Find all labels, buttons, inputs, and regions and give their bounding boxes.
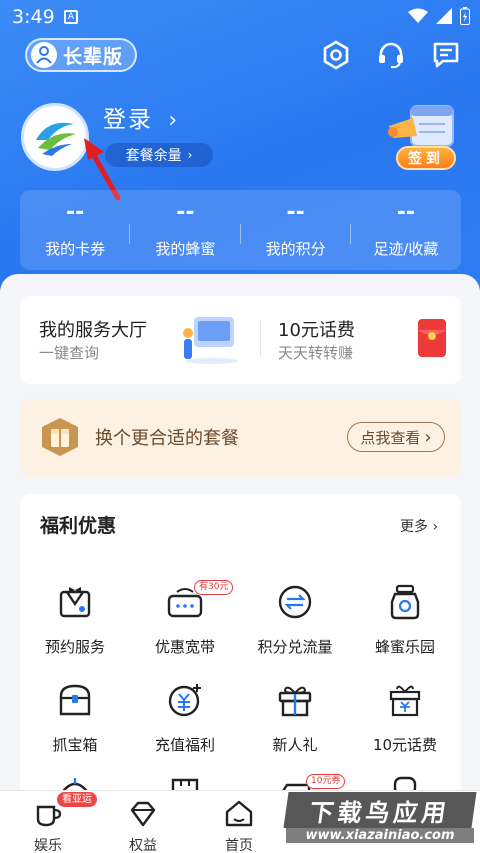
stat-value: -- <box>286 200 305 225</box>
plan-balance-label: 套餐余量 <box>125 148 182 164</box>
benefit-10-yuan-credit[interactable]: 10元话费 <box>350 680 460 755</box>
more-label: 更多 <box>400 519 428 535</box>
chevron-right-icon: › <box>168 108 180 133</box>
benefit-appointment[interactable]: 预约服务 <box>20 582 130 657</box>
service-hall-title: 我的服务大厅 <box>39 320 147 341</box>
plan-balance-button[interactable]: 套餐余量 › <box>105 143 213 167</box>
watermark-title: 下载鸟应用 <box>283 792 477 828</box>
tab-entertainment[interactable]: 看亚运 娱乐 <box>3 791 97 853</box>
benefits-more-link[interactable]: 更多 › <box>400 516 438 536</box>
red-envelope-icon <box>418 319 446 357</box>
benefit-label: 积分兑流量 <box>257 638 333 656</box>
checkin-button[interactable]: 签到 <box>396 146 456 170</box>
waiter-bowtie-icon <box>59 587 91 618</box>
benefit-label: 充值福利 <box>154 736 215 754</box>
honey-jar-icon <box>390 584 420 620</box>
benefit-label: 优惠宽带 <box>154 638 215 656</box>
benefit-honey-park[interactable]: 蜂蜜乐园 <box>350 582 460 657</box>
login-link[interactable]: 登录 › <box>103 100 179 134</box>
customer-service-icon[interactable] <box>376 40 406 70</box>
plan-promo-banner[interactable]: 换个更合适的套餐 点我查看 › <box>20 399 461 477</box>
stat-label: 我的卡券 <box>45 240 106 258</box>
gift-box-icon <box>42 418 78 456</box>
elder-mode-button[interactable]: 长辈版 <box>25 38 137 72</box>
benefit-label: 抓宝箱 <box>52 736 98 754</box>
stat-label: 我的蜂蜜 <box>155 240 216 258</box>
benefit-newcomer-gift[interactable]: 新人礼 <box>240 680 350 755</box>
watermark: 下载鸟应用 www.xiazainiao.com <box>283 792 477 848</box>
tab-badge: 看亚运 <box>57 792 97 807</box>
gift-icon <box>278 686 312 717</box>
tab-label: 权益 <box>129 838 157 853</box>
treasure-chest-icon <box>59 684 91 716</box>
stat-points[interactable]: -- 我的积分 <box>241 190 351 270</box>
benefit-points-to-data[interactable]: 积分兑流量 <box>240 582 350 657</box>
service-hall-entry[interactable]: 我的服务大厅 一键查询 <box>20 296 240 384</box>
services-card: 我的服务大厅 一键查询 10元话费 天天转转赚 <box>20 296 461 384</box>
stat-value: -- <box>176 200 195 225</box>
chevron-right-icon: › <box>187 148 193 162</box>
benefit-label: 预约服务 <box>44 638 105 656</box>
stat-honey[interactable]: -- 我的蜂蜜 <box>130 190 241 270</box>
yuan-coin-plus-icon <box>168 684 201 717</box>
benefits-section: 福利优惠 更多 › 预约服务 有30元 优惠宽带 积分兑流量 蜂蜜乐园 抓宝箱 … <box>20 494 461 804</box>
service-hall-illustration-icon <box>183 317 238 364</box>
stat-footprint[interactable]: -- 足迹/收藏 <box>351 190 461 270</box>
status-icons <box>408 7 470 25</box>
service-hall-subtitle: 一键查询 <box>39 344 100 362</box>
wifi-icon <box>408 8 428 23</box>
tab-home[interactable]: 首页 <box>194 791 284 853</box>
chevron-right-icon: › <box>428 519 439 535</box>
benefit-broadband[interactable]: 有30元 优惠宽带 <box>130 580 240 657</box>
benefit-treasure-box[interactable]: 抓宝箱 <box>20 680 130 755</box>
signal-icon <box>436 8 452 24</box>
watermark-url: www.xiazainiao.com <box>286 828 474 843</box>
benefit-recharge[interactable]: 充值福利 <box>130 680 240 755</box>
stat-label: 我的积分 <box>265 240 326 258</box>
login-label: 登录 <box>103 107 153 133</box>
settings-hexagon-icon[interactable] <box>321 40 351 70</box>
stat-value: -- <box>396 200 415 225</box>
benefit-label: 新人礼 <box>272 736 318 754</box>
tab-label: 首页 <box>225 838 253 853</box>
elder-person-icon <box>31 42 57 68</box>
phone-credit-title: 10元话费 <box>278 320 355 341</box>
status-bar: 3:49 A <box>0 0 480 34</box>
message-icon[interactable] <box>431 40 461 70</box>
chevron-right-icon: › <box>424 426 432 448</box>
diamond-icon <box>130 801 156 827</box>
status-time: 3:49 <box>12 6 55 28</box>
stat-value: -- <box>65 200 85 225</box>
phone-credit-subtitle: 天天转转赚 <box>278 344 354 362</box>
china-mobile-logo-icon <box>36 122 76 156</box>
broadband-discount-tag: 有30元 <box>194 580 234 595</box>
stats-card: -- 我的卡券 -- 我的蜂蜜 -- 我的积分 -- 足迹/收藏 <box>20 190 461 270</box>
promo-text: 换个更合适的套餐 <box>95 428 239 449</box>
yuan-gift-box-icon <box>389 685 421 717</box>
home-icon <box>225 800 253 827</box>
tab-benefits[interactable]: 权益 <box>98 791 188 853</box>
elder-mode-label: 长辈版 <box>63 45 124 68</box>
benefit-label: 蜂蜜乐园 <box>374 638 435 656</box>
stat-coupons[interactable]: -- 我的卡券 <box>20 190 131 270</box>
view-plan-label: 点我查看 <box>360 428 421 447</box>
tab-label: 娱乐 <box>34 838 62 853</box>
battery-icon <box>460 7 470 25</box>
benefit-label: 10元话费 <box>372 736 438 754</box>
notification-icon: A <box>64 10 78 24</box>
benefits-title: 福利优惠 <box>40 515 117 537</box>
view-plan-button[interactable]: 点我查看 › <box>347 422 445 452</box>
coupon-tag: 10元券 <box>306 774 346 789</box>
stat-label: 足迹/收藏 <box>373 240 439 258</box>
exchange-circle-icon <box>278 585 312 619</box>
phone-credit-entry[interactable]: 10元话费 天天转转赚 <box>261 296 461 384</box>
